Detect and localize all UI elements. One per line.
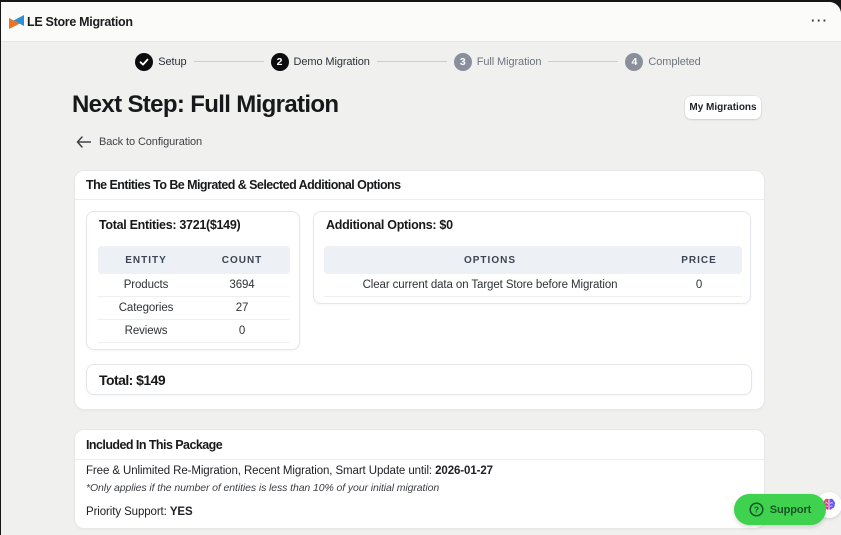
svg-text:?: ? [754,505,759,515]
